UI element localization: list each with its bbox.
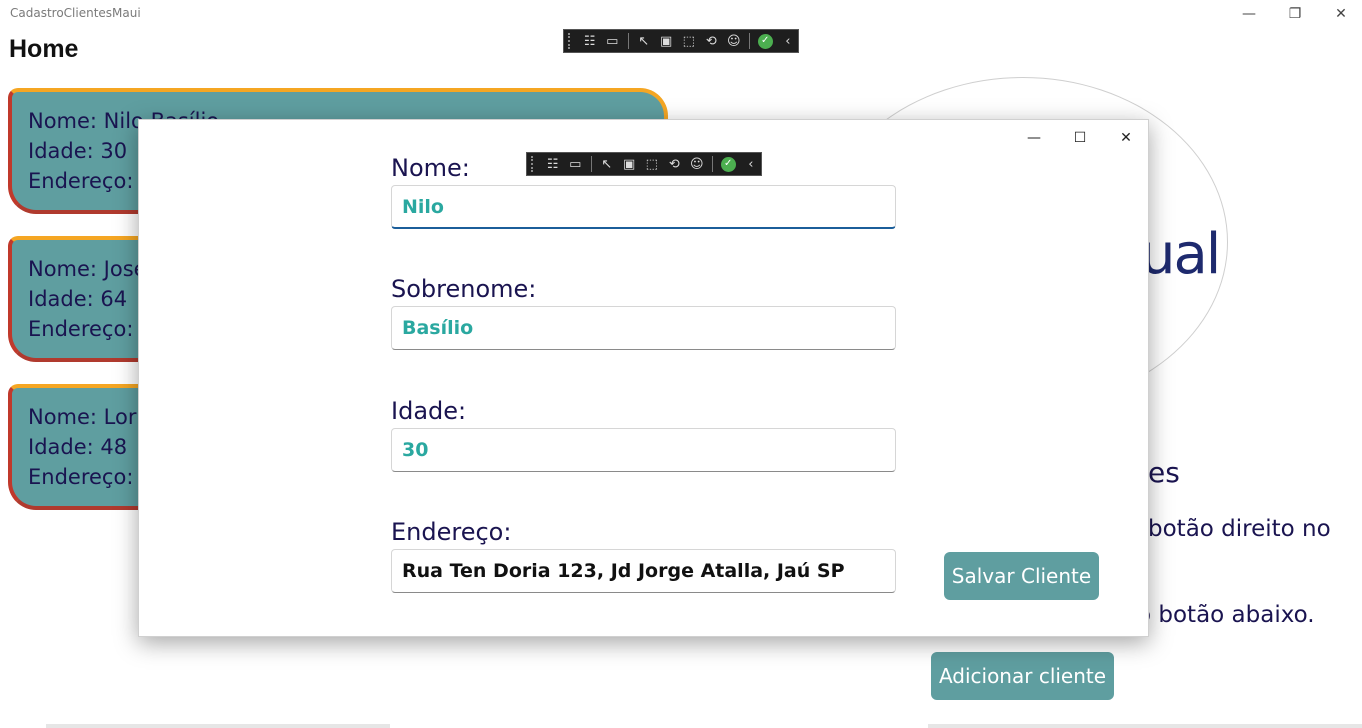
hot-reload-icon[interactable]: ⟲ <box>701 31 722 51</box>
check-icon[interactable]: ✓ <box>718 154 739 174</box>
toolbar-separator <box>627 33 629 49</box>
toolbar-separator <box>712 156 713 172</box>
record-icon[interactable]: ▭ <box>602 31 623 51</box>
toolbar-grip[interactable] <box>531 156 536 172</box>
display-layout-adorners-icon[interactable]: ▣ <box>619 154 640 174</box>
add-client-button[interactable]: Adicionar cliente <box>931 652 1114 700</box>
toolbar-grip[interactable] <box>568 33 573 49</box>
debug-toolbar: ☷ ▭ ↖ ▣ ⬚ ⟲ ☺ ✓ ‹ <box>563 29 799 53</box>
accessibility-icon[interactable]: ☺ <box>687 154 708 174</box>
dialog-minimize-icon[interactable]: — <box>1011 124 1057 152</box>
instruction-text-1: botão direito no <box>1148 516 1331 542</box>
track-focus-icon[interactable]: ⬚ <box>678 31 699 51</box>
logo-text: ual <box>1140 222 1221 287</box>
endereco-label: Endereço: <box>391 518 512 546</box>
idade-label: Idade: <box>391 397 467 425</box>
collapse-icon[interactable]: ‹ <box>778 31 799 51</box>
display-layout-adorners-icon[interactable]: ▣ <box>656 31 677 51</box>
idade-input[interactable] <box>391 428 896 472</box>
sobrenome-input[interactable] <box>391 306 896 350</box>
dialog-close-icon[interactable]: ✕ <box>1103 124 1149 152</box>
collapse-icon[interactable]: ‹ <box>741 154 762 174</box>
dialog-maximize-icon[interactable]: ☐ <box>1057 124 1103 152</box>
record-icon[interactable]: ▭ <box>565 154 586 174</box>
toolbar-separator <box>749 33 750 49</box>
save-client-button[interactable]: Salvar Cliente <box>944 552 1099 600</box>
minimize-icon[interactable]: — <box>1226 0 1272 28</box>
track-focus-icon[interactable]: ⬚ <box>641 154 662 174</box>
instruction-text-2: o botão abaixo. <box>1137 602 1315 628</box>
sobrenome-label: Sobrenome: <box>391 275 537 303</box>
section-heading: es <box>1148 456 1180 489</box>
page-title: Home <box>9 35 79 63</box>
accessibility-icon[interactable]: ☺ <box>724 31 745 51</box>
nome-input[interactable] <box>391 185 896 229</box>
close-icon[interactable]: ✕ <box>1318 0 1362 28</box>
scrollbar-left[interactable] <box>46 724 390 728</box>
client-form-dialog: — ☐ ✕ ☷ ▭ ↖ ▣ ⬚ ⟲ ☺ ✓ ‹ Nome: Sobrenome:… <box>138 119 1149 637</box>
select-element-icon[interactable]: ↖ <box>596 154 617 174</box>
toolbar-separator <box>590 156 592 172</box>
select-element-icon[interactable]: ↖ <box>633 31 654 51</box>
live-visual-tree-icon[interactable]: ☷ <box>542 154 563 174</box>
scrollbar-right[interactable] <box>928 724 1362 728</box>
app-window: CadastroClientesMaui — ❐ ✕ Home ☷ ▭ ↖ ▣ … <box>0 0 1362 728</box>
dialog-debug-toolbar: ☷ ▭ ↖ ▣ ⬚ ⟲ ☺ ✓ ‹ <box>526 152 762 176</box>
restore-icon[interactable]: ❐ <box>1272 0 1318 28</box>
check-icon[interactable]: ✓ <box>755 31 776 51</box>
nome-label: Nome: <box>391 154 470 182</box>
endereco-input[interactable] <box>391 549 896 593</box>
hot-reload-icon[interactable]: ⟲ <box>664 154 685 174</box>
window-title: CadastroClientesMaui <box>10 6 141 20</box>
live-visual-tree-icon[interactable]: ☷ <box>579 31 600 51</box>
